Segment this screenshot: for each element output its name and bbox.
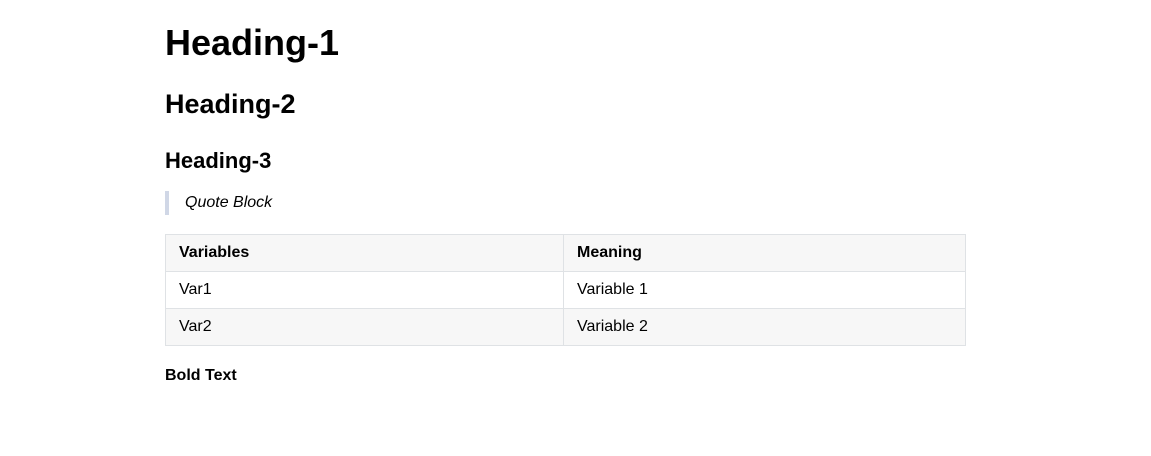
variables-table: Variables Meaning Var1 Variable 1 Var2 V… [165, 234, 966, 346]
bold-text: Bold Text [165, 367, 237, 384]
table-row: Var2 Variable 2 [165, 308, 966, 346]
quote-block: Quote Block [165, 191, 465, 215]
table-header-cell: Variables [165, 234, 564, 272]
table-header-row: Variables Meaning [165, 234, 966, 272]
table-row: Var1 Variable 1 [165, 271, 966, 309]
table-cell: Var2 [165, 308, 564, 346]
heading-2: Heading-2 [165, 89, 296, 119]
table-cell: Var1 [165, 271, 564, 309]
quote-text: Quote Block [185, 194, 273, 211]
table-cell: Variable 2 [563, 308, 966, 346]
table-header-cell: Meaning [563, 234, 966, 272]
table-cell: Variable 1 [563, 271, 966, 309]
heading-3: Heading-3 [165, 148, 272, 173]
heading-1: Heading-1 [165, 22, 340, 63]
